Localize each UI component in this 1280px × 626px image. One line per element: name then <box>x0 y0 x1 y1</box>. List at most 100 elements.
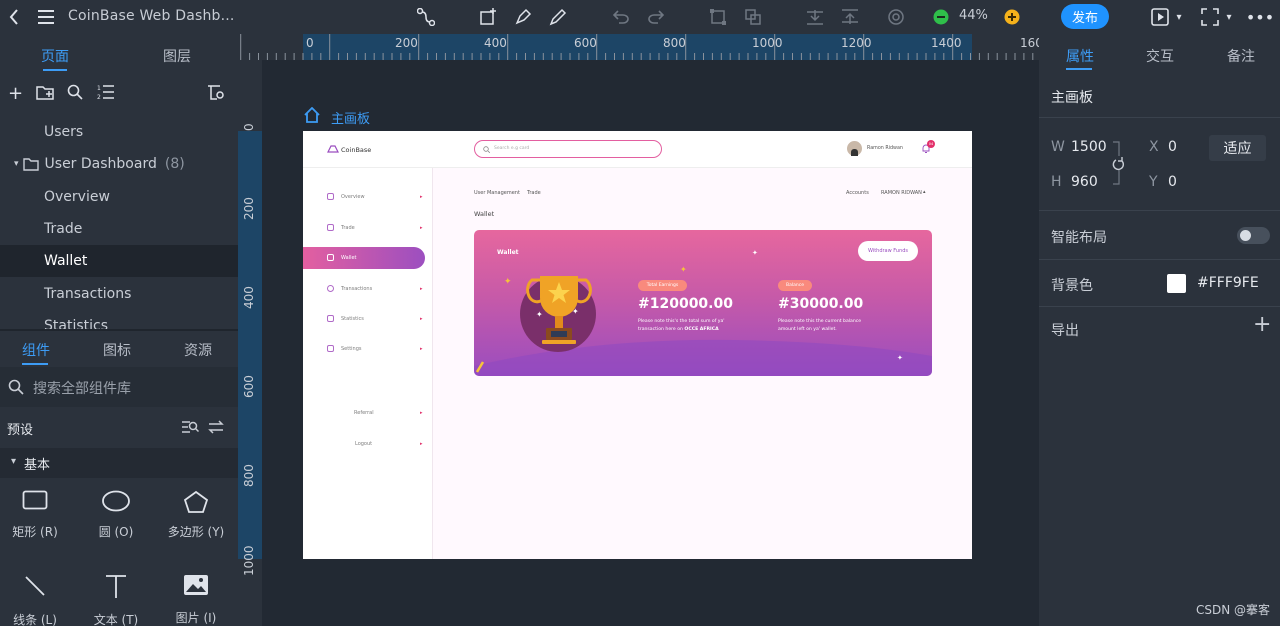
smart-layout-toggle[interactable] <box>1237 227 1270 244</box>
swap-icon[interactable] <box>208 420 224 434</box>
design-sidebar: Overview ▸ Trade ▸ Wallet Transactions ▸ St… <box>303 168 433 559</box>
chevron-down-icon[interactable]: ▾ <box>1222 0 1236 34</box>
tab-notes[interactable]: 备注 <box>1227 46 1255 66</box>
divider <box>1039 306 1280 307</box>
toggle-knob <box>1240 230 1251 241</box>
svg-text:2: 2 <box>97 94 101 100</box>
menu-icon[interactable] <box>34 0 58 34</box>
component-search[interactable]: 搜索全部组件库 <box>0 367 238 407</box>
component-circle[interactable]: 圆 (O) <box>81 490 151 540</box>
divider <box>1039 117 1280 118</box>
tab-interaction[interactable]: 交互 <box>1146 46 1174 66</box>
component-label: 文本 (T) <box>93 613 139 626</box>
polygon-icon <box>183 490 209 513</box>
design-breadcrumb-1: User Management <box>474 190 520 196</box>
back-icon[interactable] <box>4 0 24 34</box>
component-rectangle[interactable]: 矩形 (R) <box>0 490 70 540</box>
fit-button[interactable]: 适应 <box>1209 135 1266 161</box>
pencil-decoration-icon <box>475 361 485 373</box>
bg-color-swatch[interactable] <box>1167 274 1186 293</box>
ruler-top-label: 800 <box>663 36 686 50</box>
component-image[interactable]: 图片 (I) <box>161 574 231 626</box>
ruler-left-label: 600 <box>242 375 256 398</box>
chevron-icon: ▸ <box>420 194 423 200</box>
pencil-icon[interactable] <box>548 0 568 34</box>
page-settings-icon[interactable] <box>207 84 225 104</box>
add-artboard-icon[interactable] <box>478 0 498 34</box>
page-item-overview[interactable]: Overview <box>0 181 238 213</box>
width-input[interactable]: 1500 <box>1071 139 1107 155</box>
caret-down-icon: ▾ <box>14 159 19 169</box>
sparkle-icon: ✦ <box>897 354 903 362</box>
lock-ratio-icon[interactable] <box>1111 140 1127 186</box>
design-user-name: Ramon Ridwan <box>867 146 903 151</box>
page-item-trade[interactable]: Trade <box>0 213 238 245</box>
page-item-wallet[interactable]: Wallet <box>0 245 238 277</box>
design-nav-item: Transactions ▸ <box>303 278 425 300</box>
fullscreen-icon[interactable] <box>1199 0 1221 34</box>
panel-divider <box>0 329 238 331</box>
align-bottom-icon[interactable] <box>805 0 825 34</box>
add-folder-icon[interactable] <box>36 84 54 104</box>
ruler-left-label: 200 <box>242 197 256 220</box>
chevron-down-icon[interactable]: ▾ <box>1172 0 1186 34</box>
sort-list-icon[interactable]: 12 <box>97 84 115 104</box>
ungroup-icon[interactable] <box>743 0 763 34</box>
chevron-icon: ▸ <box>420 225 423 231</box>
ruler-top-label: 160 <box>1020 36 1039 50</box>
design-canvas[interactable]: 主画板 CoinBase Search e.g card Ramon Ridwa… <box>262 60 1039 626</box>
design-account-name: RAMON RIDWAN <box>881 190 922 196</box>
nav-icon <box>327 224 334 231</box>
filter-search-icon[interactable] <box>181 420 199 434</box>
search-icon[interactable] <box>67 84 83 104</box>
component-label: 线条 (L) <box>13 613 57 626</box>
add-export-icon[interactable]: + <box>1253 312 1271 337</box>
redo-icon[interactable] <box>646 0 666 34</box>
tab-layers[interactable]: 图层 <box>163 46 191 66</box>
zoom-in-icon[interactable] <box>1003 0 1021 34</box>
add-icon[interactable]: + <box>8 83 23 104</box>
component-line[interactable]: 线条 (L) <box>0 574 70 626</box>
selection-name: 主画板 <box>1051 90 1093 106</box>
ruler-top-ticks <box>240 34 1034 60</box>
page-item-users[interactable]: Users <box>0 116 238 148</box>
preview-play-icon[interactable] <box>1149 0 1171 34</box>
component-text[interactable]: 文本 (T) <box>81 574 151 626</box>
x-input[interactable]: 0 <box>1168 139 1177 155</box>
tab-components[interactable]: 组件 <box>22 340 50 360</box>
artboard-label[interactable]: 主画板 <box>331 108 370 127</box>
artboard-main[interactable]: CoinBase Search e.g card Ramon Ridwan 04… <box>303 131 972 559</box>
balance-note-2: amount left on ya' wallet. <box>778 327 837 332</box>
tab-underline <box>1066 68 1092 70</box>
ruler-left-label: 400 <box>242 286 256 309</box>
sparkle-icon: ✦ <box>536 310 543 319</box>
page-item-statistics[interactable]: Statistics <box>0 310 238 330</box>
connector-icon[interactable] <box>416 0 436 34</box>
y-label: Y <box>1149 174 1158 190</box>
basic-section-header[interactable]: ▾ 基本 <box>0 448 238 478</box>
bg-color-value[interactable]: #FFF9FE <box>1197 275 1259 291</box>
component-polygon[interactable]: 多边形 (Y) <box>161 490 231 540</box>
page-folder-user-dashboard[interactable]: ▾ User Dashboard (8) <box>0 148 238 180</box>
zoom-level[interactable]: 44% <box>959 8 988 23</box>
align-top-icon[interactable] <box>840 0 860 34</box>
more-icon[interactable]: ••• <box>1246 0 1274 34</box>
publish-button[interactable]: 发布 <box>1061 4 1109 29</box>
pen-icon[interactable] <box>513 0 533 34</box>
target-icon[interactable] <box>886 0 906 34</box>
page-label: Transactions <box>44 286 132 302</box>
note-brand: OCCE AFRICA <box>684 327 719 332</box>
design-search-placeholder: Search e.g card <box>494 146 530 151</box>
group-icon[interactable] <box>708 0 728 34</box>
tab-icons[interactable]: 图标 <box>103 340 131 360</box>
tab-resources[interactable]: 资源 <box>184 340 212 360</box>
undo-icon[interactable] <box>611 0 631 34</box>
tab-pages[interactable]: 页面 <box>41 46 69 66</box>
card-title: Wallet <box>497 249 519 256</box>
page-item-transactions[interactable]: Transactions <box>0 278 238 310</box>
y-input[interactable]: 0 <box>1168 174 1177 190</box>
zoom-out-icon[interactable] <box>932 0 950 34</box>
tab-properties[interactable]: 属性 <box>1066 46 1094 66</box>
height-input[interactable]: 960 <box>1071 174 1098 190</box>
circle-icon <box>102 490 130 512</box>
